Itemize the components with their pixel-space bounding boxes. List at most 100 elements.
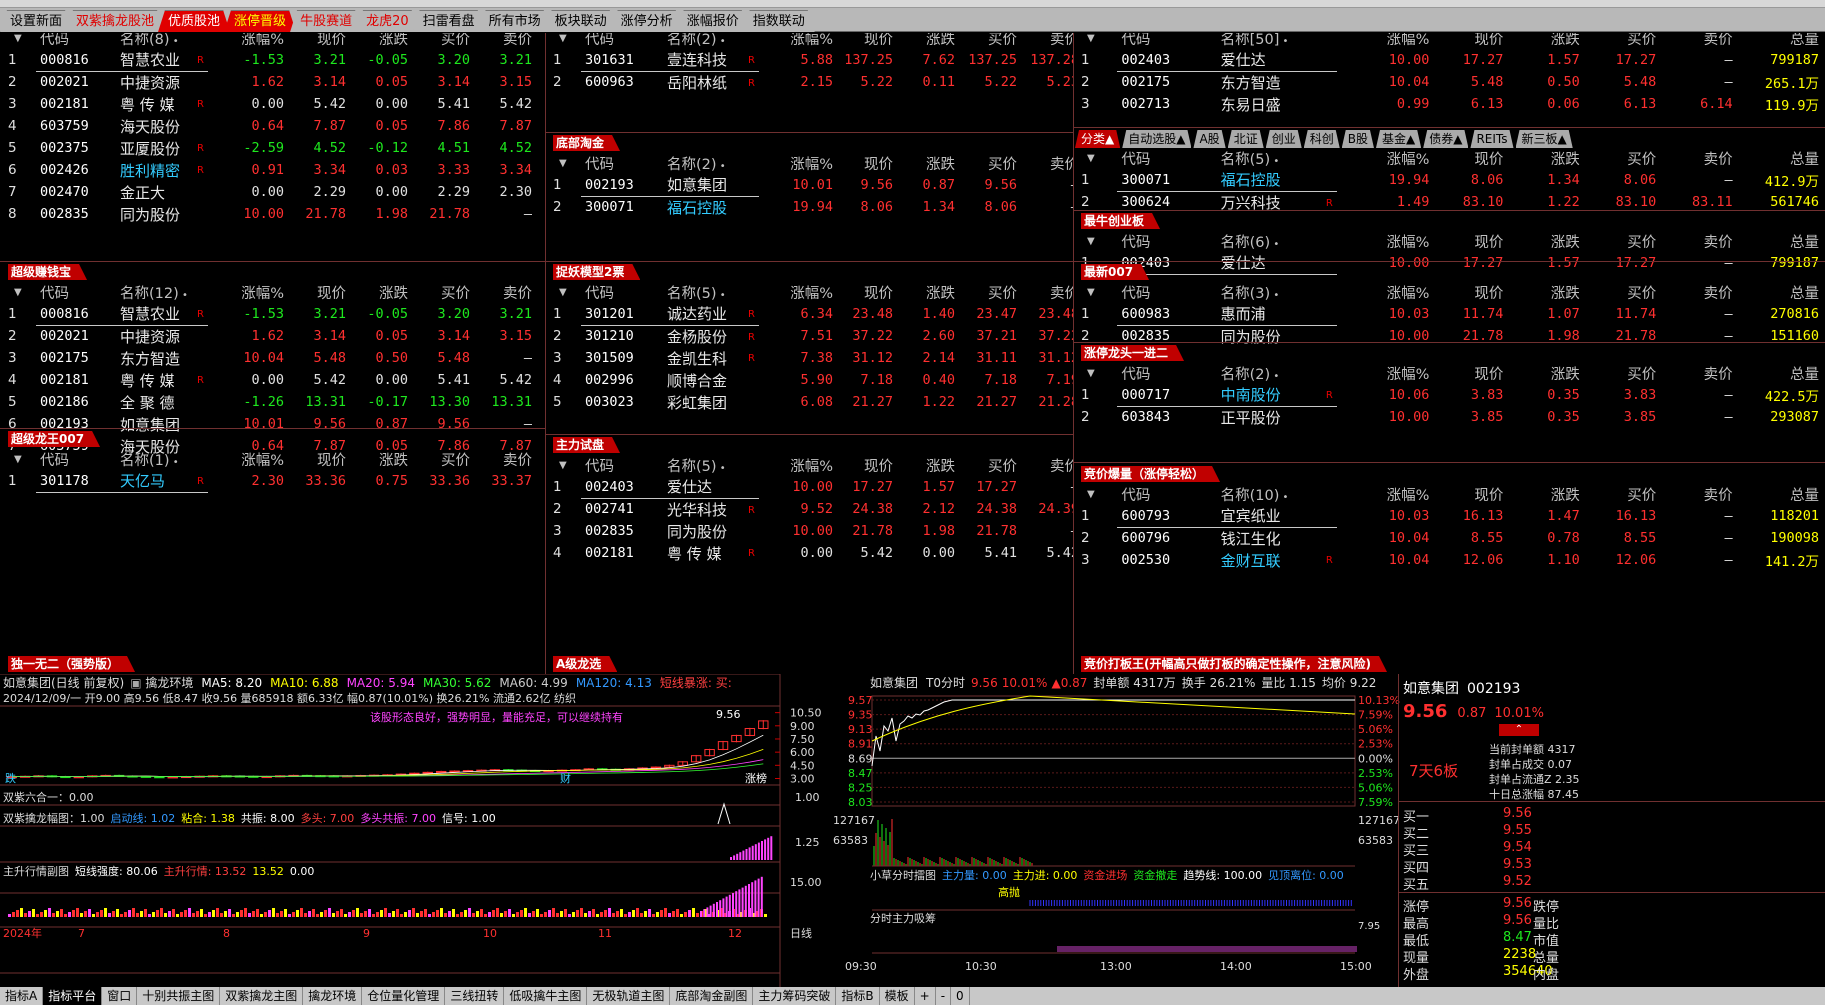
col-name[interactable]: 名称(5) • — [1209, 148, 1337, 169]
col-price[interactable]: 现价 — [839, 282, 899, 303]
stock-name[interactable]: 壹连科技 R — [655, 49, 759, 72]
stock-name[interactable]: 智慧农业 R — [108, 303, 208, 326]
col-ask[interactable]: 卖价 — [1023, 282, 1073, 303]
col-vol[interactable]: 总量 — [538, 449, 545, 470]
stock-name[interactable]: 爱仕达 — [655, 476, 759, 499]
col-vol[interactable]: 总量 — [538, 282, 545, 303]
status-tab-7[interactable]: 三线扭转 — [445, 987, 505, 1005]
table-row[interactable]: 1 000816 智慧农业 R -1.53 3.21 -0.05 3.20 3.21 261.0万 — [0, 303, 545, 326]
stock-name[interactable]: 钱江生化 — [1209, 527, 1337, 549]
table-row[interactable]: 2 600796 钱江生化 10.04 8.55 0.78 8.55 — 190098 — [1073, 527, 1825, 549]
stock-code[interactable]: 002713 — [1117, 93, 1208, 115]
stock-code[interactable]: 603759 — [36, 115, 108, 137]
col-bid[interactable]: 买价 — [414, 449, 476, 470]
col-bid[interactable]: 买价 — [1586, 484, 1662, 505]
col-chg[interactable]: 涨幅% — [208, 282, 290, 303]
table-row[interactable]: 6 002426 胜利精密 R 0.91 3.34 0.03 3.33 3.34 800.8万 — [0, 159, 545, 181]
col-code[interactable]: 代码 — [36, 282, 108, 303]
stock-code[interactable]: 002996 — [581, 369, 655, 391]
col-chg[interactable]: 涨幅% — [1337, 282, 1436, 303]
col-diff[interactable]: 涨跌 — [1509, 33, 1585, 49]
status-tab-4[interactable]: 双紫擒龙主图 — [220, 987, 304, 1005]
stock-code[interactable]: 002403 — [581, 476, 655, 499]
stock-code[interactable]: 002193 — [581, 174, 655, 197]
col-chg[interactable]: 涨幅% — [759, 33, 839, 49]
status-tab-12[interactable]: 指标B — [836, 987, 880, 1005]
col-code[interactable]: 代码 — [1117, 484, 1208, 505]
status-tab-5[interactable]: 擒龙环境 — [303, 987, 363, 1005]
stock-code[interactable]: 002530 — [1117, 549, 1208, 571]
status-tab-3[interactable]: 十别共振主图 — [137, 987, 221, 1005]
stock-code[interactable]: 300071 — [581, 196, 655, 218]
col-price[interactable]: 现价 — [290, 33, 352, 49]
col-ask[interactable]: 卖价 — [1662, 363, 1738, 384]
stock-name[interactable]: 海天股份 — [108, 115, 208, 137]
table-row[interactable]: 2300071福石控股19.948.061.348.06—412.9万 — [545, 196, 1073, 218]
stock-name[interactable]: 东易日盛 — [1209, 93, 1337, 115]
category-tab-4[interactable]: 创业 — [1266, 130, 1302, 148]
status-tab-11[interactable]: 主力筹码突破 — [753, 987, 837, 1005]
col-ask[interactable]: 卖价 — [1662, 282, 1738, 303]
category-tab-8[interactable]: 债券▲ — [1423, 130, 1468, 148]
tab-3[interactable]: 涨停晋级 — [224, 10, 296, 32]
stock-code[interactable]: 301178 — [36, 470, 108, 493]
col-bid[interactable]: 买价 — [1586, 148, 1662, 169]
stock-code[interactable]: 600796 — [1117, 527, 1208, 549]
stock-name[interactable]: 粤 传 媒R — [655, 542, 759, 564]
stock-code[interactable]: 600963 — [581, 71, 655, 93]
col-chg[interactable]: 涨幅% — [1337, 484, 1436, 505]
col-name[interactable]: 名称[50] • — [1209, 33, 1337, 49]
stock-code[interactable]: 603843 — [1117, 406, 1208, 428]
col-vol[interactable]: 总量 — [538, 33, 545, 49]
status-tab-10[interactable]: 底部淘金副图 — [670, 987, 754, 1005]
col-price[interactable]: 现价 — [1435, 148, 1509, 169]
col-code[interactable]: 代码 — [1117, 231, 1208, 252]
stock-name[interactable]: 金正大 — [108, 181, 208, 203]
stock-name[interactable]: 宜宾纸业 — [1208, 505, 1337, 528]
sort-arrow[interactable]: ▼ — [1073, 484, 1117, 505]
panel-title[interactable]: 竞价爆量（涨停轻松） — [1081, 466, 1220, 482]
col-bid[interactable]: 买价 — [1586, 363, 1662, 384]
status-tab-8[interactable]: 低吸擒牛主图 — [504, 987, 588, 1005]
status-tab-15[interactable]: - — [936, 987, 952, 1005]
category-tab-5[interactable]: 科创 — [1304, 130, 1340, 148]
col-bid[interactable]: 买价 — [1586, 231, 1662, 252]
col-diff[interactable]: 涨跌 — [352, 33, 414, 49]
col-price[interactable]: 现价 — [1435, 33, 1509, 49]
table-row[interactable]: 2 002021 中捷资源 1.62 3.14 0.05 3.14 3.15 275.4万 — [0, 71, 545, 93]
sort-arrow[interactable]: ▼ — [545, 282, 581, 303]
table-row[interactable]: 1 002403 爱仕达 10.00 17.27 1.57 17.27 — 799187 — [1073, 49, 1825, 72]
col-code[interactable]: 代码 — [36, 449, 108, 470]
status-tab-9[interactable]: 无极轨道主图 — [587, 987, 671, 1005]
stock-name[interactable]: 同为股份 — [108, 203, 208, 225]
table-row[interactable]: 1002193如意集团10.019.560.879.56—685918 — [545, 174, 1073, 197]
table-row[interactable]: 3 002713 东易日盛 0.99 6.13 0.06 6.13 6.14 119.9万 — [1073, 93, 1825, 115]
stock-code[interactable]: 002835 — [1117, 325, 1208, 347]
panel-title[interactable]: 最新007 — [1081, 264, 1149, 280]
tab-8[interactable]: 板块联动 — [545, 10, 617, 32]
col-price[interactable]: 现价 — [839, 153, 899, 174]
col-name[interactable]: 名称(2) • — [1209, 363, 1337, 384]
stock-name[interactable]: 亚厦股份 R — [108, 137, 208, 159]
col-diff[interactable]: 涨跌 — [1509, 282, 1585, 303]
col-diff[interactable]: 涨跌 — [899, 153, 961, 174]
stock-code[interactable]: 002175 — [36, 347, 108, 369]
panel-title[interactable]: 主力试盘 — [553, 437, 620, 453]
col-name[interactable]: 名称(1) • — [108, 449, 208, 470]
col-price[interactable]: 现价 — [1435, 484, 1509, 505]
order-book-row[interactable]: 买五 9.52 — [1403, 874, 1603, 893]
status-tab-14[interactable]: + — [915, 987, 936, 1005]
stock-code[interactable]: 000717 — [1117, 384, 1209, 407]
stock-name[interactable]: 惠而浦 — [1208, 303, 1337, 326]
stock-code[interactable]: 002021 — [36, 325, 108, 347]
stock-code[interactable]: 300071 — [1117, 169, 1209, 192]
col-code[interactable]: 代码 — [1117, 148, 1208, 169]
col-chg[interactable]: 涨幅% — [1337, 33, 1436, 49]
stock-name[interactable]: 光华科技 R — [655, 498, 759, 520]
col-code[interactable]: 代码 — [1117, 282, 1208, 303]
bottom-panel-title[interactable]: 独一无二（强势版） — [8, 656, 135, 672]
stock-name[interactable]: 中南股份 R — [1208, 384, 1337, 407]
status-tab-0[interactable]: 指标A — [0, 987, 44, 1005]
table-row[interactable]: 1301631壹连科技R5.88137.257.62137.25137.2833… — [545, 49, 1073, 72]
col-name[interactable]: 名称(5) • — [655, 282, 759, 303]
